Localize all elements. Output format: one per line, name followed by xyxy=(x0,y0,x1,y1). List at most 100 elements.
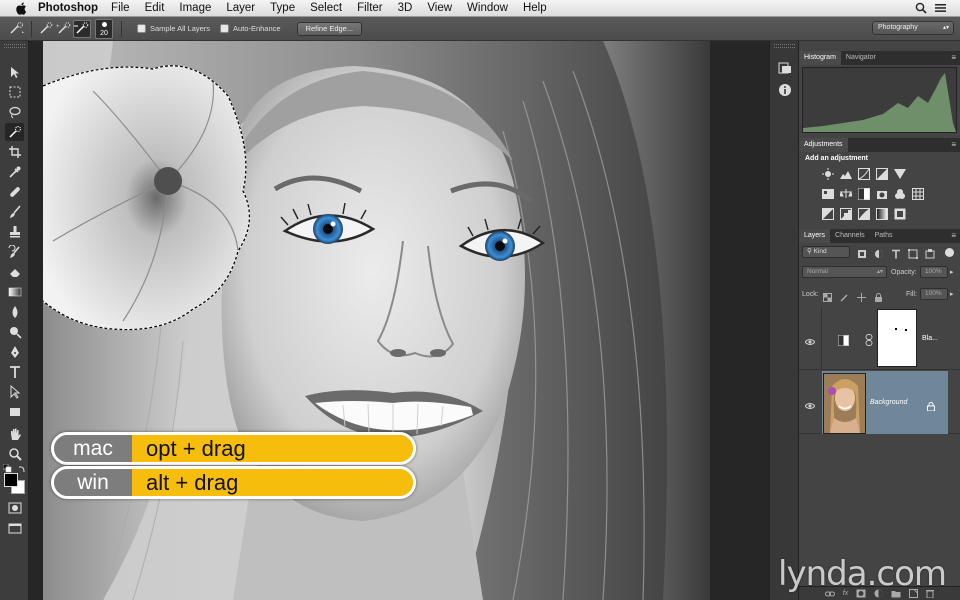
color-balance-icon[interactable] xyxy=(839,188,852,200)
mask-link-icon[interactable] xyxy=(865,333,873,346)
tab-layers[interactable]: Layers xyxy=(799,229,831,243)
document-canvas[interactable] xyxy=(43,41,710,600)
menu-layer[interactable]: Layer xyxy=(226,2,255,14)
crop-tool-icon[interactable] xyxy=(5,143,24,161)
menu-filter[interactable]: Filter xyxy=(357,2,383,14)
list-menu-icon[interactable] xyxy=(935,3,946,16)
levels-icon[interactable] xyxy=(839,168,852,180)
app-menu-photoshop[interactable]: Photoshop xyxy=(38,2,98,14)
dodge-tool-icon[interactable] xyxy=(5,323,24,341)
hand-tool-icon[interactable] xyxy=(5,425,24,443)
quick-selection-tool-icon[interactable] xyxy=(5,123,24,141)
layer-row-adjustment[interactable]: Bla... xyxy=(799,307,960,370)
fill-chevron-icon[interactable]: ▸ xyxy=(950,290,954,298)
menu-select[interactable]: Select xyxy=(310,2,342,14)
clone-stamp-tool-icon[interactable] xyxy=(5,223,24,241)
layer-name[interactable]: Background xyxy=(870,399,907,406)
panel-menu-icon[interactable]: ≡ xyxy=(951,229,956,243)
lock-position-icon[interactable] xyxy=(857,289,866,307)
layer-name[interactable]: Bla... xyxy=(922,335,938,342)
default-colors-icon[interactable] xyxy=(2,460,12,473)
eyedropper-tool-icon[interactable] xyxy=(5,163,24,181)
menu-file[interactable]: File xyxy=(111,2,130,14)
auto-enhance-checkbox[interactable] xyxy=(220,24,230,33)
gradient-tool-icon[interactable] xyxy=(5,283,24,301)
spotlight-icon[interactable] xyxy=(915,2,927,17)
menu-help[interactable]: Help xyxy=(523,2,547,14)
black-white-icon[interactable] xyxy=(857,188,870,200)
color-lookup-icon[interactable] xyxy=(911,188,924,200)
gradient-map-icon[interactable] xyxy=(875,208,888,220)
menu-image[interactable]: Image xyxy=(179,2,211,14)
brightness-icon[interactable] xyxy=(821,168,834,180)
blend-mode-dropdown[interactable]: Normal ▴▾ xyxy=(802,266,887,278)
history-panel-icon[interactable] xyxy=(775,59,795,77)
smart-object-filter-icon[interactable] xyxy=(925,246,935,264)
panel-menu-icon[interactable]: ≡ xyxy=(951,138,956,152)
lock-pixels-icon[interactable] xyxy=(840,289,849,307)
tab-paths[interactable]: Paths xyxy=(870,229,898,243)
visibility-eye-icon[interactable] xyxy=(804,334,816,345)
apple-icon[interactable] xyxy=(14,1,28,15)
history-brush-tool-icon[interactable] xyxy=(5,243,24,261)
pen-tool-icon[interactable] xyxy=(5,343,24,361)
lock-transparent-icon[interactable] xyxy=(823,289,832,307)
layer-mask-thumbnail[interactable] xyxy=(877,309,917,367)
menu-view[interactable]: View xyxy=(427,2,452,14)
brush-size-picker[interactable]: 20 xyxy=(95,18,113,39)
opacity-field[interactable]: 100% xyxy=(920,266,948,278)
menu-3d[interactable]: 3D xyxy=(398,2,413,14)
lock-all-icon[interactable] xyxy=(874,289,883,307)
eraser-tool-icon[interactable] xyxy=(5,263,24,281)
tool-preset-picker[interactable] xyxy=(8,20,26,38)
menu-edit[interactable]: Edit xyxy=(145,2,165,14)
layer-row-background[interactable]: Background xyxy=(799,371,960,434)
add-to-selection-button[interactable]: + xyxy=(55,20,73,38)
panel-grip[interactable] xyxy=(4,44,25,48)
selective-color-icon[interactable] xyxy=(893,208,906,220)
visibility-eye-icon[interactable] xyxy=(804,398,816,409)
pixel-filter-icon[interactable] xyxy=(857,246,867,264)
background-layer-thumbnail[interactable] xyxy=(823,373,866,434)
info-panel-icon[interactable] xyxy=(775,81,795,99)
tab-navigator[interactable]: Navigator xyxy=(841,51,881,65)
new-selection-button[interactable] xyxy=(37,20,55,38)
tab-channels[interactable]: Channels xyxy=(830,229,870,243)
type-tool-icon[interactable] xyxy=(5,363,24,381)
brush-tool-icon[interactable] xyxy=(5,203,24,221)
move-tool-icon[interactable] xyxy=(5,63,24,81)
refine-edge-button[interactable]: Refine Edge... xyxy=(296,21,363,36)
menu-window[interactable]: Window xyxy=(467,2,508,14)
adjustment-filter-icon[interactable] xyxy=(874,246,884,264)
dock-grip[interactable] xyxy=(774,44,795,48)
curves-icon[interactable] xyxy=(857,168,870,180)
screen-mode-icon[interactable] xyxy=(5,519,24,537)
opacity-chevron-icon[interactable]: ▸ xyxy=(950,268,954,276)
shape-filter-icon[interactable] xyxy=(908,246,918,264)
healing-brush-tool-icon[interactable] xyxy=(5,183,24,201)
tab-histogram[interactable]: Histogram xyxy=(799,51,841,65)
path-selection-tool-icon[interactable] xyxy=(5,383,24,401)
vibrance-icon[interactable] xyxy=(893,168,906,180)
filter-toggle[interactable] xyxy=(945,248,954,257)
marquee-tool-icon[interactable] xyxy=(5,83,24,101)
hue-saturation-icon[interactable] xyxy=(821,188,834,200)
fill-field[interactable]: 100% xyxy=(920,288,948,300)
rectangle-tool-icon[interactable] xyxy=(5,403,24,421)
panel-menu-icon[interactable]: ≡ xyxy=(951,51,956,65)
menu-type[interactable]: Type xyxy=(270,2,295,14)
type-filter-icon[interactable] xyxy=(891,246,901,264)
tab-adjustments[interactable]: Adjustments xyxy=(799,138,848,152)
photo-filter-icon[interactable] xyxy=(875,188,888,200)
sample-all-layers-checkbox[interactable] xyxy=(137,24,146,33)
posterize-icon[interactable] xyxy=(839,208,852,220)
subtract-from-selection-button[interactable] xyxy=(73,19,91,38)
foreground-color-swatch[interactable] xyxy=(4,473,18,487)
quick-mask-icon[interactable] xyxy=(5,499,24,517)
lasso-tool-icon[interactable] xyxy=(5,103,24,121)
exposure-icon[interactable] xyxy=(875,168,888,180)
swap-colors-icon[interactable] xyxy=(18,460,26,473)
channel-mixer-icon[interactable] xyxy=(893,188,906,200)
invert-icon[interactable] xyxy=(821,208,834,220)
blur-tool-icon[interactable] xyxy=(5,303,24,321)
